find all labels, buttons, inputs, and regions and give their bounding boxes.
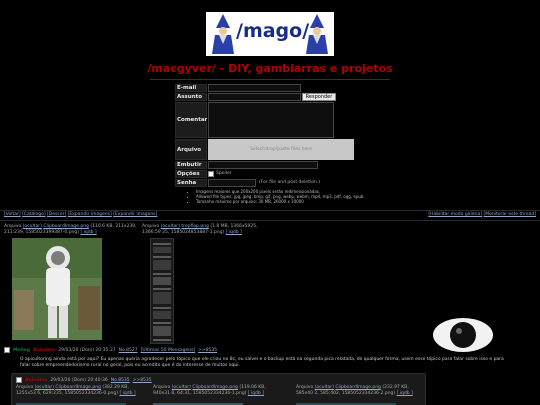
op-poster-name: Mellog xyxy=(13,347,30,353)
file-label: Arquivo xyxy=(175,139,207,160)
reply-file-info-2: Arquivo (ocultar) ClipboardImage.png (11… xyxy=(153,385,273,396)
reply-select-checkbox[interactable] xyxy=(16,377,22,383)
comment-textarea[interactable] xyxy=(208,102,334,138)
email-field[interactable] xyxy=(208,84,301,92)
thread-nav-right: [Habilitar modo galeria] [Monitorar este… xyxy=(428,212,536,217)
email-label: E-mail xyxy=(175,84,207,92)
last-50-link[interactable]: [Últimas 50 Mensagens] xyxy=(141,348,196,353)
subject-field[interactable] xyxy=(208,93,301,101)
embed-field[interactable] xyxy=(208,161,318,169)
board-title: /macgyver/ - DIY, gambiarras e projetos xyxy=(147,62,393,75)
op-post-header: Mellog Anônimo 29/03/20 (Dom) 20:35:37 N… xyxy=(4,347,217,353)
expand-images-link[interactable]: [Expandir imagens] xyxy=(68,212,112,217)
options-label: Opções xyxy=(175,170,207,178)
op-file-info-2: Arquivo (ocultar) trepflap.png (1.8 MB, … xyxy=(142,224,277,235)
file-name-link[interactable]: ClipboardImage.png xyxy=(55,385,101,390)
hide-file-link[interactable]: (ocultar) xyxy=(23,224,42,229)
password-field[interactable] xyxy=(208,179,256,187)
op-backlink[interactable]: >>8535 xyxy=(198,348,217,353)
file-meta-cont: 25, 1585024853887-1.png) xyxy=(162,229,225,235)
eye-icon xyxy=(433,318,493,352)
hide-file-link[interactable]: (ocultar) xyxy=(35,385,54,390)
file-dropzone[interactable]: Select/drop/paste files here xyxy=(208,139,354,160)
reply-file-info-3: Arquivo (ocultar) ClipboardImage.png (23… xyxy=(296,385,416,396)
iqdb-link[interactable]: [ iqdb ] xyxy=(248,391,264,396)
op-post-number[interactable]: No.8527 xyxy=(119,348,138,353)
reply-file-info-1: Arquivo (ocultar) ClipboardImage.png (38… xyxy=(16,385,136,396)
file-label: Arquivo xyxy=(296,385,314,390)
expand-images-link-2[interactable]: [Expandir imagens] xyxy=(113,212,157,217)
submit-button[interactable]: Responder xyxy=(302,93,336,101)
wizard-right-icon xyxy=(306,14,328,54)
op-date: 29/03/20 (Dom) 20:35:37 xyxy=(58,347,116,353)
nav-divider-top xyxy=(0,210,540,211)
hide-file-link[interactable]: (ocultar) xyxy=(315,385,334,390)
board-banner[interactable]: /mago/ xyxy=(206,12,334,56)
subject-label: Assunto xyxy=(175,93,207,101)
file-name-link[interactable]: ClipboardImage.png xyxy=(192,385,238,390)
reply-post: Anônimo 29/03/20 (Dom) 20:40:36 No.8535 … xyxy=(11,373,426,405)
reply-post-number[interactable]: No.8535 xyxy=(111,378,130,383)
file-label: Arquivo xyxy=(142,224,160,229)
file-name-link[interactable]: trepflap.png xyxy=(181,224,209,229)
file-meta-cont: 6, 629:235, 1585052334236-0.png) xyxy=(37,390,119,396)
iqdb-link[interactable]: [ iqdb ] xyxy=(226,230,242,235)
hide-file-link[interactable]: (ocultar) xyxy=(172,385,191,390)
watch-thread-link[interactable]: [Monitorar este thread] xyxy=(484,212,536,217)
catalog-link[interactable]: [Catálogo] xyxy=(22,212,46,217)
back-link[interactable]: [Voltar] xyxy=(4,212,21,217)
op-file-info-1: Arquivo (ocultar) ClipboardImage.png (11… xyxy=(4,224,144,235)
reply-poster-name: Anônimo xyxy=(25,377,48,383)
embed-label: Embutir xyxy=(175,161,207,169)
op-thumbnail-beekeeper[interactable] xyxy=(12,238,102,340)
file-meta-cont: 8, 64:31, 1585052334236-1.png) xyxy=(171,390,247,396)
spoiler-label: Spoiler xyxy=(216,171,232,176)
upload-rules: Imagens maiores que 200x200 pixels serão… xyxy=(190,189,380,204)
nav-divider-bottom xyxy=(0,220,540,221)
file-label: Arquivo xyxy=(16,385,34,390)
op-post-body: O apicultoring ainda está por aqui? Eu a… xyxy=(20,357,504,368)
op-select-checkbox[interactable] xyxy=(4,347,10,353)
iqdb-link[interactable]: [ iqdb ] xyxy=(80,230,96,235)
bottom-link[interactable]: [Descer] xyxy=(47,212,66,217)
beekeeper-photo xyxy=(12,238,102,340)
password-hint: (For file and post deletion.) xyxy=(259,180,320,185)
file-name-link[interactable]: ClipboardImage.png xyxy=(335,385,381,390)
iqdb-link[interactable]: [ iqdb ] xyxy=(119,391,135,396)
op-subject: Anônimo xyxy=(32,347,56,353)
title-divider xyxy=(150,79,390,80)
comment-label: Comentar xyxy=(175,102,207,138)
gallery-mode-link[interactable]: [Habilitar modo galeria] xyxy=(428,212,482,217)
spoiler-checkbox[interactable] xyxy=(208,171,214,177)
file-meta-cont: 2, 585:402, 1585052334236-2.png) xyxy=(314,390,396,396)
file-name-link[interactable]: ClipboardImage.png xyxy=(43,224,89,229)
file-label: Arquivo xyxy=(4,224,22,229)
op-thumbnail-screenshot[interactable] xyxy=(150,238,174,344)
rule-item: Tamanho máximo por arquivo: 30 MB, 26000… xyxy=(196,199,380,204)
thread-nav: [Voltar] [Catálogo] [Descer] [Expandir i… xyxy=(4,212,157,217)
file-label: Arquivo xyxy=(153,385,171,390)
password-label: Senha xyxy=(175,179,207,187)
wizard-left-icon xyxy=(212,14,234,54)
iqdb-link[interactable]: [ iqdb ] xyxy=(397,391,413,396)
hide-file-link[interactable]: (ocultar) xyxy=(161,224,180,229)
banner-text: /mago/ xyxy=(236,20,310,42)
reply-date: 29/03/20 (Dom) 20:40:36 xyxy=(50,377,108,383)
reply-post-header: Anônimo 29/03/20 (Dom) 20:40:36 No.8535 … xyxy=(16,377,152,383)
reply-backlink[interactable]: >>8535 xyxy=(133,378,152,383)
